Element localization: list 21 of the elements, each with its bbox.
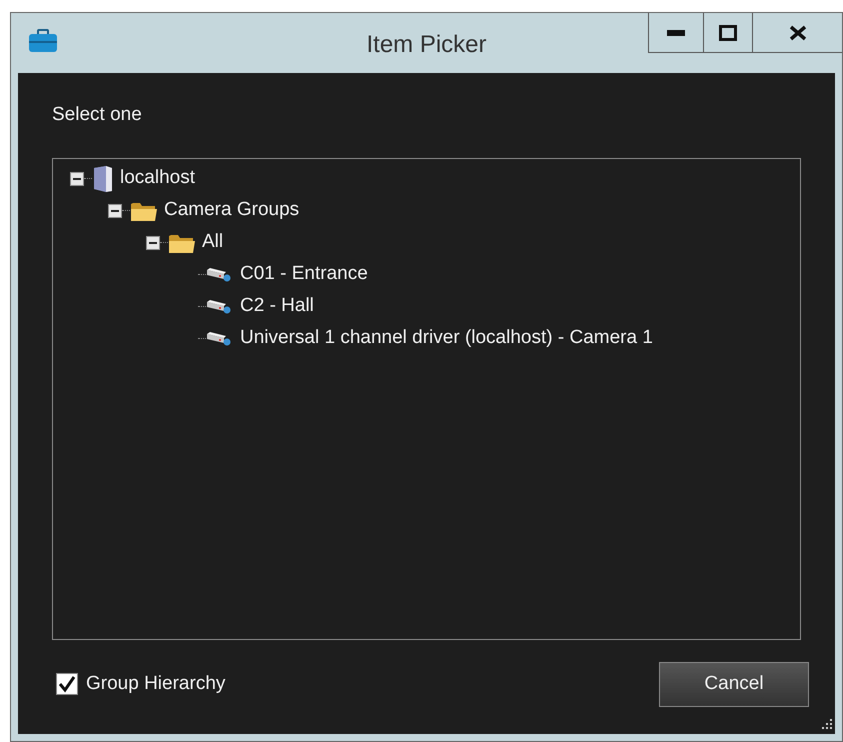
collapse-icon[interactable] [146,236,160,250]
resize-grip-icon[interactable] [819,718,833,732]
checkbox-label: Group Hierarchy [86,672,226,696]
minimize-icon [667,30,685,36]
window-title: Item Picker [366,30,487,60]
tree-item[interactable]: C01 - Entrance [240,260,368,289]
tree-item[interactable]: All [202,228,224,257]
server-icon [92,164,114,192]
prompt-label: Select one [52,103,143,127]
maximize-icon [719,24,737,40]
tree-item[interactable]: localhost [120,164,195,193]
group-hierarchy-checkbox[interactable] [56,673,78,695]
collapse-icon[interactable] [70,172,84,186]
close-icon [788,24,806,40]
tree-item[interactable]: Camera Groups [164,196,300,225]
tree-item[interactable]: Universal 1 channel driver (localhost) - Camera 1 [240,324,653,353]
collapse-icon[interactable] [108,204,122,218]
toolbox-icon [28,29,58,53]
tree-item[interactable]: C2 - Hall [240,292,314,321]
cancel-button[interactable]: Cancel [659,662,809,706]
tree-view[interactable]: localhost Camera Groups All C01 - Entrance C2 - Hall Universal 1 channel driver (localhost) - Camera 1 [52,158,801,640]
